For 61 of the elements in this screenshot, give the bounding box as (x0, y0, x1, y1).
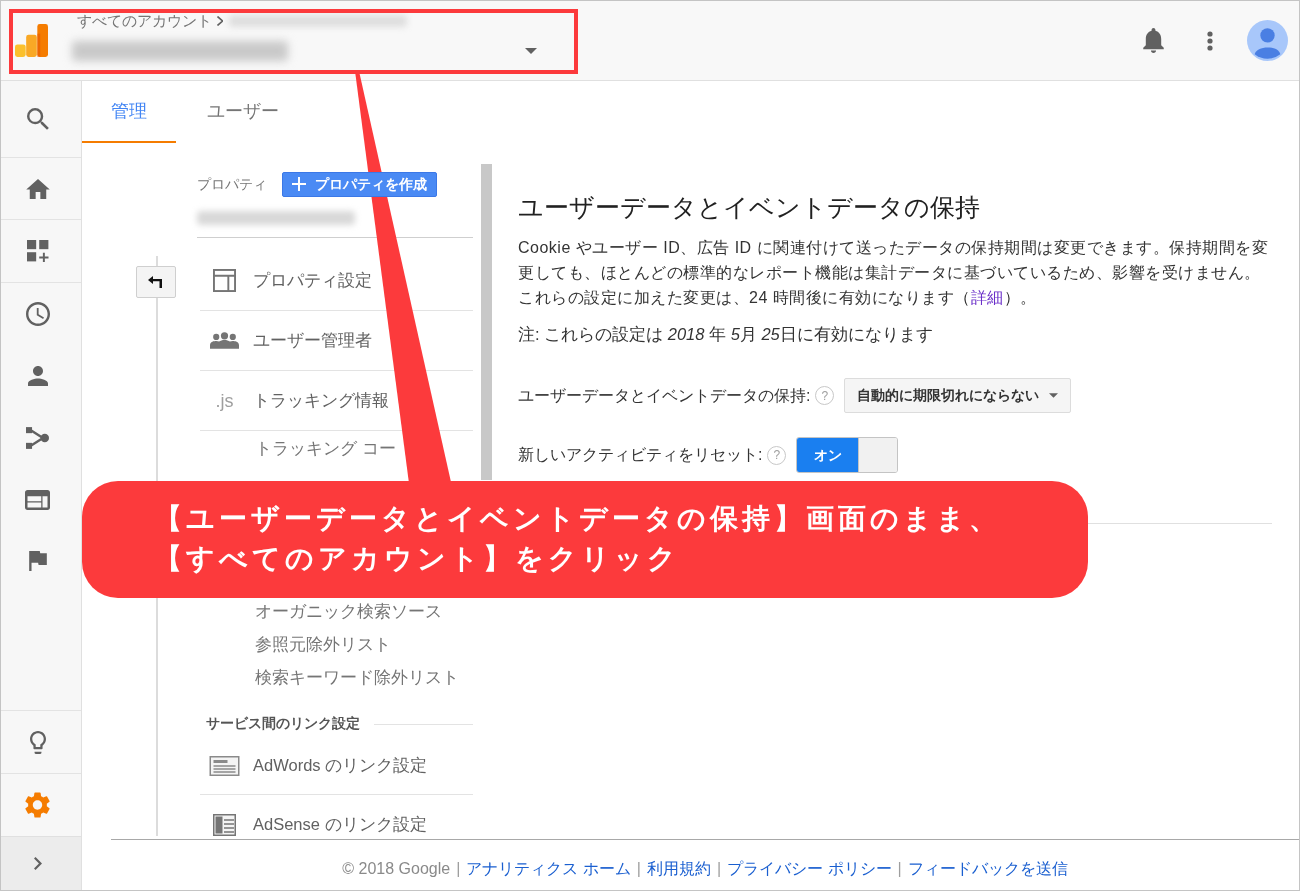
footer-link[interactable]: アナリティクス ホーム (466, 859, 631, 879)
list-panel-icon (213, 813, 236, 836)
back-button[interactable] (136, 266, 176, 298)
nav-link[interactable]: ユーザー管理者 (200, 328, 372, 353)
footer-link[interactable]: フィードバックを送信 (907, 859, 1068, 879)
add-widget-icon[interactable] (26, 240, 49, 262)
lightbulb-icon[interactable] (29, 730, 46, 754)
search-icon[interactable] (26, 108, 49, 130)
more-options-icon[interactable] (1207, 30, 1213, 51)
details-link[interactable]: 詳細 (970, 289, 1004, 306)
tab[interactable]: 管理 (82, 81, 176, 143)
caret-down-icon (1049, 393, 1059, 398)
nav-link[interactable]: AdWords のリンク設定 (200, 753, 428, 778)
home-icon[interactable] (25, 178, 50, 199)
setting-label: 新しいアクティビティをリセット: (518, 445, 763, 465)
bar-chart-logo-icon[interactable] (15, 24, 48, 57)
avatar-icon[interactable] (1247, 20, 1288, 61)
on-off-toggle[interactable]: オン (796, 437, 899, 473)
page-title: ユーザーデータとイベントデータの保持 (518, 192, 981, 223)
footer-separator: | (636, 859, 641, 879)
layout-icon (213, 269, 236, 292)
nav-sublink[interactable]: 検索キーワード除外リスト (255, 665, 459, 690)
settings-icon[interactable] (25, 792, 50, 818)
note-text: 注: これらの設定は 2018 年 5月 25日に有効になります (518, 324, 934, 345)
browser-window-icon[interactable] (25, 489, 50, 510)
clock-icon[interactable] (25, 302, 50, 326)
footer-link[interactable]: プライバシー ポリシー (727, 859, 892, 879)
nav-sublink[interactable]: 参照元除外リスト (255, 632, 391, 657)
footer-separator: | (897, 859, 902, 879)
nav-link[interactable]: AdSense のリンク設定 (200, 812, 427, 837)
footer-link[interactable]: 利用規約 (646, 859, 711, 879)
callout-text: 【すべてのアカウント】をクリック (154, 542, 680, 576)
description-text: Cookie やユーザー ID、広告 ID に関連付けて送ったデータの保持期間は変更できます。保持期間を変更しても、ほとんどの標準的なレポート機能は集計データに基づいているため、影響を受けません。これらの設定に加えた変更は、24 時間後に有効になります（詳細）。 (518, 238, 1270, 308)
section-heading: サービス間のリンク設定 (206, 714, 360, 733)
expand-chevron-icon[interactable] (33, 857, 42, 870)
all-accounts-link[interactable]: すべてのアカウント (77, 11, 212, 31)
retention-dropdown[interactable]: 自動的に期限切れにならない (844, 378, 1072, 413)
create-property-button[interactable]: プロパティを作成 (282, 171, 437, 197)
bell-icon[interactable] (1143, 28, 1164, 53)
copyright-text: © 2018 Google (342, 859, 451, 879)
text-card-icon (209, 755, 240, 776)
nav-link[interactable]: プロパティ設定 (200, 268, 372, 293)
chevron-right-icon (217, 16, 223, 26)
scrollbar-thumb[interactable] (481, 164, 492, 480)
plus-icon (292, 177, 306, 191)
back-arrow-icon (148, 276, 164, 288)
flag-icon[interactable] (28, 551, 47, 571)
setting-label: ユーザーデータとイベントデータの保持: (518, 385, 811, 406)
js-icon: .js (215, 389, 234, 412)
nav-sublink[interactable]: オーガニック検索ソース (255, 599, 442, 624)
branch-icon[interactable] (26, 427, 49, 449)
nav-sublink[interactable]: トラッキング コー (255, 436, 396, 461)
tab[interactable]: ユーザー (176, 81, 310, 143)
people-icon (210, 332, 239, 349)
nav-link[interactable]: .js トラッキング情報 (200, 388, 389, 413)
callout-text: 【ユーザーデータとイベントデータの保持】画面のまま、 (154, 502, 1001, 536)
property-label: プロパティ (197, 174, 267, 194)
footer-separator: | (716, 859, 722, 879)
footer-separator: | (456, 859, 461, 879)
dropdown-caret-icon[interactable] (525, 48, 537, 54)
person-icon[interactable] (27, 366, 48, 386)
